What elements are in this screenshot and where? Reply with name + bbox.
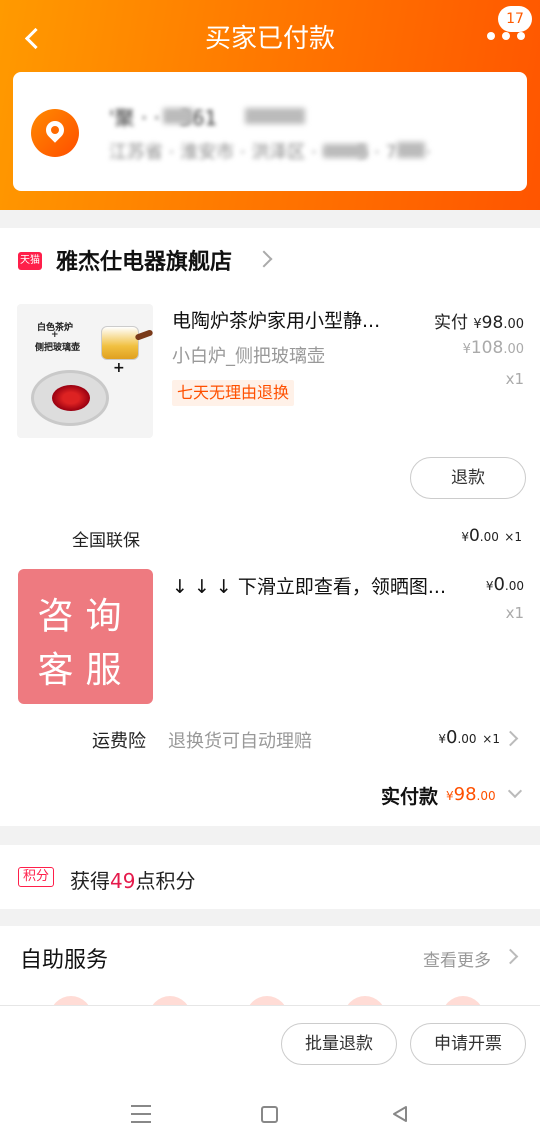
page-title: 买家已付款 [204,24,335,54]
product-title[interactable]: 电陶炉茶炉家用小型静... [172,306,402,333]
back-triangle-icon[interactable] [391,1105,409,1123]
paid-price-dec: .00 [503,317,524,332]
plus-sign: + [113,360,125,376]
shipping-insurance-label: 运费险 [92,731,146,752]
warranty-price-dec: .00 [479,530,499,544]
original-price: ¥108.00 [463,338,524,358]
self-service-section: 自助服务 查看更多 [0,926,540,1006]
total-price-int: 98 [453,784,477,805]
refund-button[interactable]: 退款 [410,457,526,499]
points-text: 获得49点积分 [70,865,195,894]
self-service-title: 自助服务 [20,948,109,973]
redaction-block [163,108,193,124]
insurance-price-int: 0 [446,727,458,748]
points-row: 积分 获得49点积分 [0,845,540,909]
gift-item-quantity: x1 [505,604,524,622]
currency-symbol: ¥ [473,317,482,332]
product-spec: 小白炉_侧把玻璃壶 [172,346,325,367]
shipping-insurance-price: ¥0.00 ×1 [438,727,500,748]
recipient-address: 江苏省 · 淮安市 · 洪泽区 · · · · 5 · 7 · · · [109,142,432,163]
original-price-dec: .00 [503,342,524,357]
paid-price: 实付 ¥98.00 [434,308,524,333]
currency-symbol: ¥ [461,530,469,544]
batch-refund-button[interactable]: 批量退款 [281,1023,397,1065]
chevron-right-icon[interactable] [502,730,519,747]
redaction-block [323,144,367,158]
product-image-label: 侧把玻璃壶 [35,343,81,353]
location-pin-icon [31,109,79,157]
warranty-price-int: 0 [468,526,480,546]
total-price-dec: .00 [476,789,496,803]
consult-image-text: 客服 [37,650,134,691]
request-invoice-button[interactable]: 申请开票 [410,1023,526,1065]
more-icon[interactable] [487,32,527,42]
bottom-action-bar: 批量退款 申请开票 [0,1005,540,1081]
points-prefix: 获得 [70,869,110,893]
consult-image-text: 咨询 [37,596,134,637]
glass-pot-picture [101,326,139,360]
points-suffix: 点积分 [135,869,196,893]
paid-label: 实付 [433,313,468,333]
tmall-logo-icon: 天猫 [18,252,42,270]
shipping-insurance-desc[interactable]: 退换货可自动理赔 [168,727,312,753]
order-card: 天猫 雅杰仕电器旗舰店 白色茶炉 + 侧把玻璃壶 + 电陶炉茶炉家用小型静...… [0,228,540,826]
shop-row[interactable]: 天猫 雅杰仕电器旗舰店 [0,228,540,294]
chevron-right-icon[interactable] [502,948,519,965]
return-policy-tag: 七天无理由退换 [172,380,295,406]
insurance-price-dec: .00 [457,732,477,746]
shop-name[interactable]: 雅杰仕电器旗舰店 [56,244,232,276]
message-count-badge[interactable]: 17 [498,6,532,32]
chevron-down-icon[interactable] [507,783,523,799]
gift-item-price: ¥0.00 [486,574,524,595]
product-image-label: + [51,330,59,340]
currency-symbol: ¥ [462,342,471,357]
gift-price-dec: .00 [504,579,524,593]
original-price-int: 108 [470,338,504,358]
total-paid-label: 实付款 [381,786,439,808]
home-icon[interactable] [261,1106,278,1123]
product-image[interactable]: 白色茶炉 + 侧把玻璃壶 + [17,304,153,438]
system-nav-bar [0,1081,540,1148]
gift-item-title[interactable]: ↓ ↓ ↓ 下滑立即查看，领晒图... [172,572,462,599]
tea-stove-picture [31,370,109,426]
chevron-right-icon [255,250,273,268]
paid-price-int: 98 [481,313,504,333]
consult-service-image[interactable]: 咨询 客服 [18,569,153,704]
currency-symbol: ¥ [446,789,454,803]
gift-price-int: 0 [493,574,505,595]
product-quantity: x1 [505,370,524,388]
points-badge: 积分 [18,867,54,887]
warranty-price: ¥0.00 ×1 [461,526,522,546]
menu-icon[interactable] [131,1105,151,1123]
redaction-block [397,142,425,158]
currency-symbol: ¥ [438,732,447,746]
see-more-link[interactable]: 查看更多 [423,946,491,971]
address-card[interactable]: '聚 · · · 361 江苏省 · 淮安市 · 洪泽区 · · · · 5 ·… [13,72,527,191]
redaction-block [245,108,305,124]
header: 买家已付款 17 '聚 · · · 361 江苏省 · 淮安市 · 洪泽区 · … [0,0,540,210]
points-number: 49 [110,869,136,893]
warranty-qty: ×1 [504,530,522,544]
insurance-qty: ×1 [482,732,500,746]
total-paid-price: ¥98.00 [446,784,496,805]
warranty-label: 全国联保 [72,531,140,551]
